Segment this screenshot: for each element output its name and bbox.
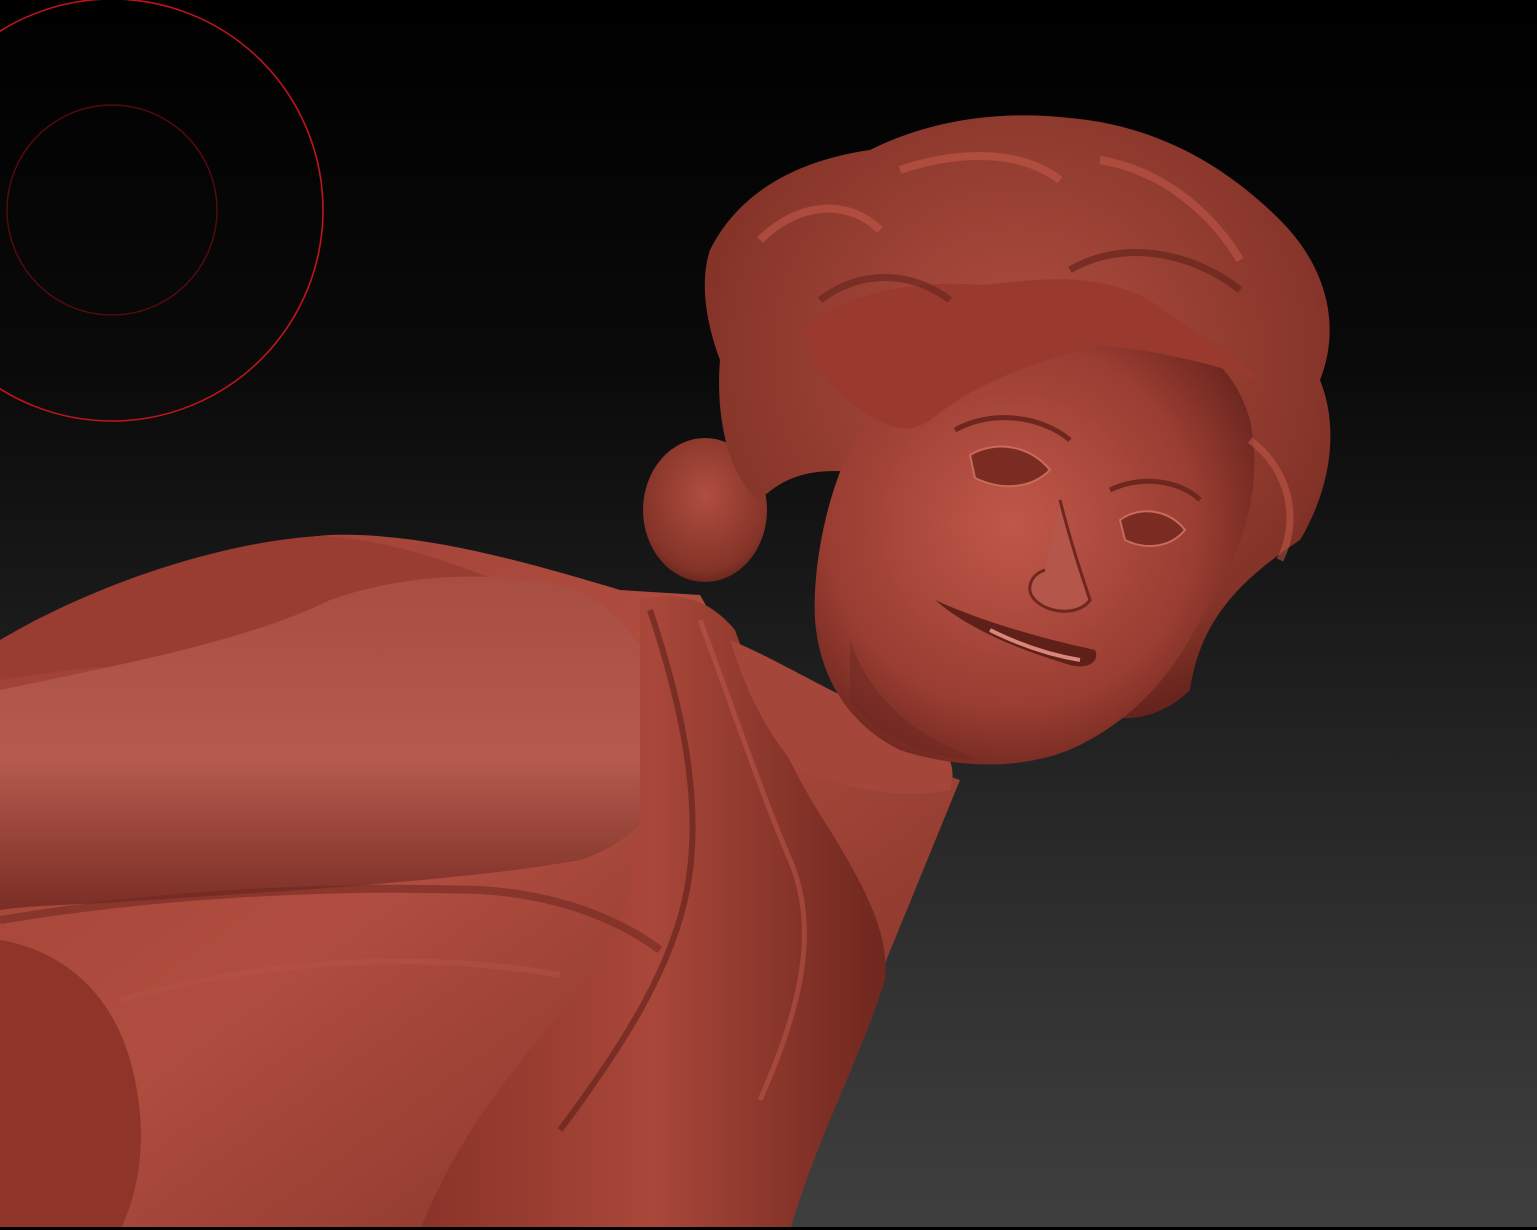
sculpted-figure-mesh[interactable] — [0, 115, 1331, 1230]
brush-circle-cursor — [0, 0, 324, 422]
brush-outer-ring — [0, 0, 324, 422]
sculpt-canvas[interactable] — [0, 0, 1537, 1230]
brush-inner-ring — [6, 104, 218, 316]
sculpt-viewport[interactable] — [0, 0, 1537, 1230]
